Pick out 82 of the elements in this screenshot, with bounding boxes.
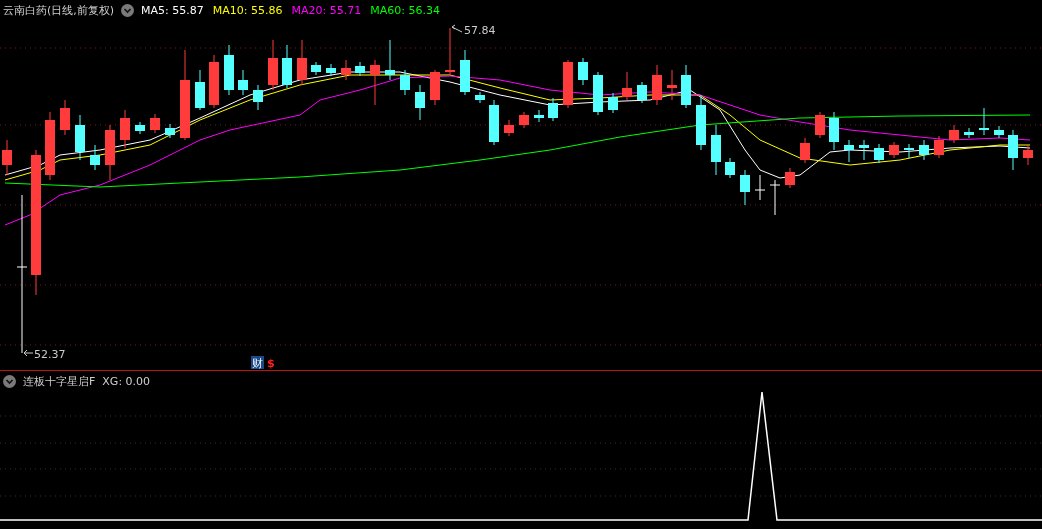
moving-average-reading: MA10: 55.86	[212, 3, 283, 17]
candlestick	[268, 39, 278, 91]
candlestick	[326, 63, 336, 77]
candlestick	[874, 143, 884, 164]
candlestick	[504, 119, 514, 137]
candlestick	[445, 27, 455, 76]
candlestick	[1008, 129, 1018, 171]
price-marker-arrow	[23, 349, 34, 357]
candlestick	[150, 113, 160, 134]
candlestick	[90, 144, 100, 171]
candlestick	[224, 44, 234, 96]
candlestick	[355, 61, 365, 77]
candlestick	[593, 71, 603, 116]
price-marker-arrow	[451, 24, 463, 33]
candlestick	[696, 94, 706, 151]
candlestick	[385, 39, 395, 81]
chart-title: 云南白药(日线,前复权)	[3, 2, 115, 18]
moving-average-reading: MA60: 56.34	[370, 3, 440, 17]
indicator-name: 连板十字星启F	[23, 373, 96, 389]
indicator-reading: XG: 0.00	[102, 374, 151, 388]
candlestick	[964, 127, 974, 139]
candlestick	[75, 114, 85, 161]
candlestick	[370, 59, 380, 106]
candlestick	[519, 111, 529, 129]
candlestick	[534, 109, 544, 123]
candlestick	[622, 71, 632, 101]
candlestick	[904, 143, 914, 159]
low-price-label: 52.37	[34, 348, 66, 361]
candlestick	[800, 137, 810, 164]
candlestick	[2, 139, 12, 176]
candlestick	[652, 64, 662, 106]
candlestick	[711, 124, 721, 176]
candlestick	[769, 179, 781, 216]
candlestick	[563, 59, 573, 109]
candlestick	[949, 124, 959, 144]
candlestick	[979, 107, 989, 136]
high-price-label: 57.84	[464, 24, 496, 37]
candlestick	[195, 69, 205, 111]
candlestick	[341, 59, 351, 81]
candlestick	[209, 54, 219, 109]
candlestick	[608, 92, 618, 114]
candlestick	[934, 135, 944, 159]
candlestick	[994, 125, 1004, 139]
candlestick	[889, 141, 899, 159]
candlestick	[829, 111, 839, 151]
event-badge[interactable]: 财	[251, 356, 264, 370]
candlestick	[415, 84, 425, 121]
moving-average-reading: MA5: 55.87	[141, 3, 204, 17]
candlestick	[475, 91, 485, 104]
candlestick	[844, 139, 854, 163]
candlestick	[919, 139, 929, 161]
candlestick	[667, 69, 677, 101]
candlestick	[311, 61, 321, 76]
candlestick	[60, 99, 70, 136]
candlestick	[785, 167, 795, 189]
event-badge[interactable]: $	[267, 357, 275, 370]
candlestick	[400, 69, 410, 96]
candlestick	[489, 99, 499, 146]
candlestick	[238, 69, 248, 96]
candlestick	[253, 84, 263, 111]
candlestick	[740, 169, 750, 206]
candlestick	[165, 123, 175, 139]
candlestick	[135, 121, 145, 135]
candlestick	[1023, 144, 1033, 166]
candlestick	[754, 174, 766, 201]
candlestick	[105, 124, 115, 181]
candlestick	[725, 157, 735, 179]
candlestick	[120, 109, 130, 149]
candlestick	[578, 57, 588, 86]
candlestick	[282, 44, 292, 89]
candlestick	[637, 81, 647, 104]
candlestick	[681, 64, 691, 109]
moving-average-reading: MA20: 55.71	[291, 3, 362, 17]
candlestick	[297, 39, 307, 86]
chevron-down-icon[interactable]	[3, 374, 16, 388]
candlestick	[859, 139, 869, 161]
candlestick	[815, 111, 825, 139]
candlestick	[45, 111, 55, 181]
candlestick	[430, 69, 440, 106]
candlestick	[460, 49, 470, 96]
chevron-down-icon[interactable]	[121, 3, 135, 17]
candlestick	[548, 97, 558, 122]
